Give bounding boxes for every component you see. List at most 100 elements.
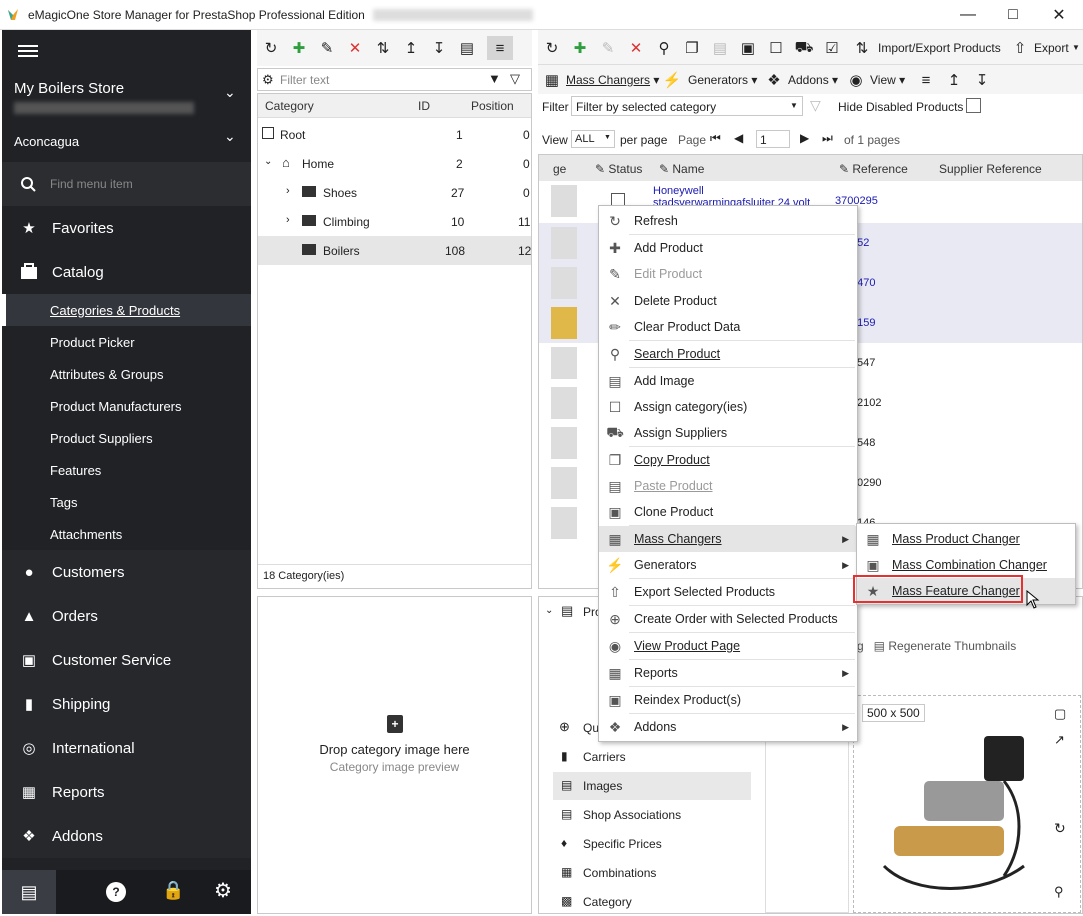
sidebar-item-shipping[interactable]: ▮ Shipping [2,682,251,726]
sidebar-item-international[interactable]: ◎ International [2,726,251,770]
category-row[interactable]: › Shoes 27 0 [258,178,531,207]
tab-combinations[interactable]: ▦ Combinations [553,859,751,887]
tab-carriers[interactable]: ▮ Carriers [553,743,751,771]
import-export-icon[interactable]: ⇅ [852,38,872,58]
checklist-icon[interactable]: ☑ [822,38,842,58]
import-export-button[interactable]: Import/Export Products [878,41,1001,55]
col-supplier-reference[interactable]: Supplier Reference [939,162,1042,176]
menu-item-assign-suppliers[interactable]: ⛟ Assign Suppliers [599,420,857,446]
export-button[interactable]: Export [1034,41,1069,55]
tab-specific-prices[interactable]: ♦ Specific Prices [553,830,751,858]
first-page-icon[interactable]: ⏮ [710,131,721,146]
menu-item-assign-categories[interactable]: ☐ Assign category(ies) [599,394,857,420]
menu-item-create-order[interactable]: ⊕ Create Order with Selected Products [599,606,857,632]
menu-item-search-product[interactable]: ⚲ Search Product [599,341,857,367]
move-up-icon[interactable]: ↥ [401,38,421,58]
col-id[interactable]: ID [418,99,430,113]
export-icon[interactable]: ⇧ [1010,38,1030,58]
category-row[interactable]: ⌄ ⌂ Home 2 0 [258,149,531,178]
sidebar-subitem-product-suppliers[interactable]: Product Suppliers [2,422,251,454]
sidebar-subitem-categories-products[interactable]: Categories & Products [2,294,251,326]
sidebar-item-reports[interactable]: ▦ Reports [2,770,251,814]
col-status[interactable]: ✎ Status [595,162,642,176]
clear-filter-icon[interactable]: ▽ [810,97,821,114]
settings-gear-icon[interactable]: ⚙ [214,878,232,903]
maximize-button[interactable]: □ [990,0,1036,30]
image-icon[interactable]: ▤ [457,38,477,58]
menu-item-export-selected[interactable]: ⇧ Export Selected Products [599,579,857,605]
generators-button[interactable]: Generators ▾ [688,73,757,87]
close-button[interactable]: ✕ [1036,0,1082,30]
sidebar-subitem-attachments[interactable]: Attachments [2,518,251,550]
menu-item-generators[interactable]: ⚡ Generators ▶ [599,552,857,578]
open-external-icon[interactable]: ↗ [1054,732,1065,748]
paste-icon[interactable]: ▤ [710,38,730,58]
help-icon[interactable]: ? [106,882,126,902]
move-up-icon[interactable]: ↥ [944,70,964,90]
clone-icon[interactable]: ▣ [738,38,758,58]
expand-chevron-icon[interactable]: › [286,214,290,226]
sidebar-subitem-product-manufacturers[interactable]: Product Manufacturers [2,390,251,422]
sidebar-item-favorites[interactable]: ★ Favorites [2,206,251,250]
sort-icon[interactable]: ⇅ [373,38,393,58]
add-category-icon[interactable]: ✚ [289,38,309,58]
minimize-button[interactable]: — [945,0,991,30]
assign-suppliers-icon[interactable]: ⛟ [794,38,814,58]
move-down-icon[interactable]: ↧ [972,70,992,90]
expand-chevron-icon[interactable]: ⌄ [264,156,272,167]
regenerate-button[interactable]: g ▤ Regenerate Thumbnails [857,639,1016,653]
delete-category-icon[interactable]: ✕ [345,38,365,58]
zoom-out-icon[interactable]: ⚲ [1054,884,1064,900]
sort-az-icon[interactable]: ≡ [916,70,936,90]
move-down-icon[interactable]: ↧ [429,38,449,58]
refresh-icon[interactable]: ↻ [261,38,281,58]
col-image[interactable]: ge [553,162,566,176]
delete-product-icon[interactable]: ✕ [626,38,646,58]
sidebar-subitem-product-picker[interactable]: Product Picker [2,326,251,358]
assign-category-icon[interactable]: ☐ [766,38,786,58]
edit-product-icon[interactable]: ✎ [598,38,618,58]
prev-page-icon[interactable]: ◀ [734,131,743,145]
category-row[interactable]: Root 1 0 [258,120,531,149]
menu-item-mass-changers[interactable]: ▦ Mass Changers ▶ [599,526,857,552]
sidebar-item-customers[interactable]: ● Customers [2,550,251,594]
menu-item-delete-product[interactable]: ✕ Delete Product [599,288,857,314]
category-row[interactable]: › Climbing 10 11 [258,207,531,236]
category-filter-input[interactable]: ⚙ Filter text ▼ ▽ [257,68,532,91]
menu-item-reindex[interactable]: ▣ Reindex Product(s) [599,687,857,713]
menu-item-addons[interactable]: ❖ Addons ▶ [599,714,857,740]
col-name[interactable]: ✎ Name [659,162,704,176]
add-product-icon[interactable]: ✚ [570,38,590,58]
menu-item-clear-product-data[interactable]: ✏ Clear Product Data [599,314,857,340]
tab-shop-associations[interactable]: ▤ Shop Associations [553,801,751,829]
filter-toggle-icon[interactable]: ≡ [487,36,513,60]
store-chevron-down-icon[interactable]: ⌄ [224,84,236,101]
expand-chevron-icon[interactable]: › [286,185,290,197]
menu-item-copy-product[interactable]: ❐ Copy Product [599,447,857,473]
rotate-icon[interactable]: ↻ [1054,820,1066,837]
menu-item-reports[interactable]: ▦ Reports ▶ [599,660,857,686]
sidebar-item-orders[interactable]: ▲ Orders [2,594,251,638]
filter-clear-icon[interactable]: ▽ [510,71,520,87]
sidebar-subitem-features[interactable]: Features [2,454,251,486]
filter-add-icon[interactable]: ▼ [488,71,501,86]
next-page-icon[interactable]: ▶ [800,131,809,145]
sidebar-subitem-tags[interactable]: Tags [2,486,251,518]
hamburger-menu-icon[interactable] [18,42,38,60]
search-icon[interactable]: ⚲ [654,38,674,58]
view-button[interactable]: View ▾ [870,73,905,87]
tab-images[interactable]: ▤ Images [553,772,751,800]
refresh-icon[interactable]: ↻ [542,38,562,58]
menu-item-view-product-page[interactable]: ◉ View Product Page [599,633,857,659]
col-position[interactable]: Position [471,99,514,113]
sidebar-item-catalog[interactable]: Catalog [2,250,251,294]
view-count-select[interactable]: ALL ▼ [571,130,615,148]
lock-icon[interactable]: 🔒 [162,880,184,901]
addons-button[interactable]: Addons ▾ [788,73,838,87]
category-image-dropzone[interactable]: + Drop category image here Category imag… [257,596,532,914]
store-icon[interactable]: ▤ [2,870,56,914]
page-input[interactable]: 1 [756,130,790,148]
copy-icon[interactable]: ❐ [682,38,702,58]
hide-disabled-checkbox[interactable] [966,98,981,113]
theme-selector[interactable]: Aconcagua ⌄ [2,120,251,164]
